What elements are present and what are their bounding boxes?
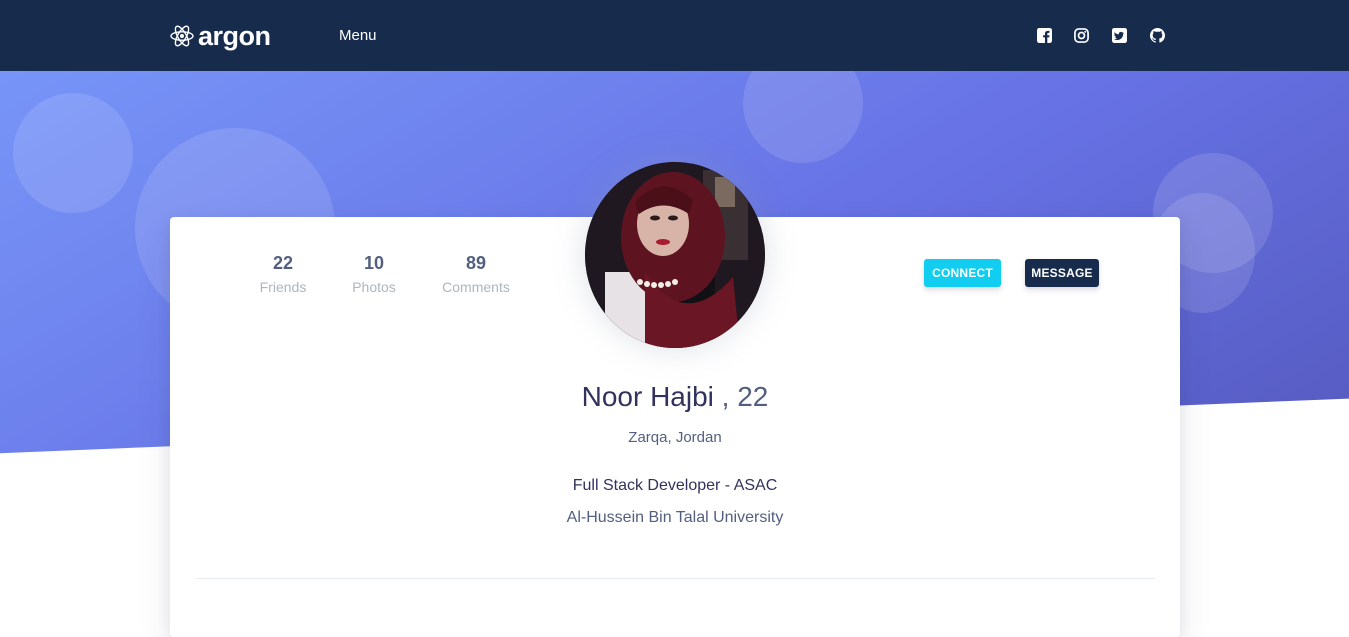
stat-label: Photos (352, 279, 396, 295)
twitter-square-icon[interactable] (1110, 26, 1128, 44)
stat-value: 22 (272, 253, 294, 273)
navbar: argon Menu (0, 0, 1349, 71)
stat-photos: 10 Photos (336, 252, 412, 300)
profile-role: Full Stack Developer - ASAC (572, 477, 778, 494)
facebook-square-icon[interactable] (1035, 26, 1053, 44)
menu-link[interactable]: Menu (339, 26, 377, 46)
connect-button[interactable]: Connect (924, 259, 1001, 287)
profile-avatar[interactable] (585, 162, 765, 348)
profile-location: Zarqa, Jordan (628, 429, 722, 446)
message-button[interactable]: Message (1025, 259, 1099, 287)
profile-university: Al-Hussein Bin Talal University (566, 509, 784, 526)
profile-name-line: Noor Hajbi , 22 (170, 380, 1180, 414)
stat-comments: 89 Comments (431, 252, 521, 300)
profile-age: , 22 (721, 381, 769, 412)
profile-card: 22 Friends 10 Photos 89 Comments CONNECT… (170, 162, 1180, 637)
stat-value: 10 (363, 253, 385, 273)
decorative-circle (13, 93, 133, 213)
stat-value: 89 (465, 253, 487, 273)
decorative-circle (743, 71, 863, 163)
stat-label: Comments (442, 279, 510, 295)
github-icon[interactable] (1148, 26, 1166, 44)
react-atom-icon (170, 24, 194, 48)
instagram-icon[interactable] (1072, 26, 1090, 44)
profile-name: Noor Hajbi (581, 381, 714, 412)
brand-logo[interactable]: argon (170, 20, 271, 52)
divider (195, 578, 1155, 579)
stat-label: Friends (259, 279, 307, 295)
brand-name: argon (198, 21, 271, 51)
stat-friends: 22 Friends (245, 252, 321, 300)
